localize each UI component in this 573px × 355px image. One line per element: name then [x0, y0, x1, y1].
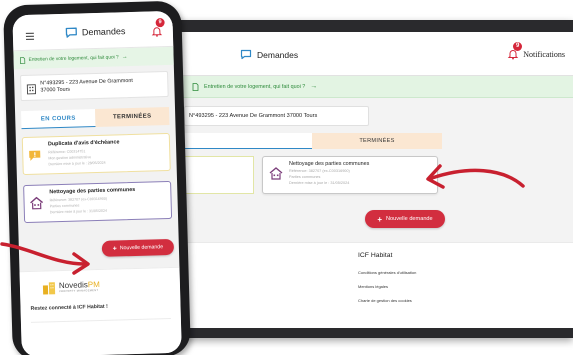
- mobile-new-request-label: Nouvelle demande: [119, 244, 164, 252]
- footer-divider: [30, 317, 171, 323]
- logo-name-part2: PM: [87, 279, 100, 290]
- desktop-card-reference: Référence: 382707 (ex-C00316900): [289, 169, 350, 173]
- mobile-card-category: Mon gestion administrative: [48, 155, 92, 161]
- phone-screen: Demandes 9 Entretien de votre logement, …: [12, 10, 182, 355]
- chat-warning-icon: [28, 149, 41, 167]
- arrow-right-icon: →: [310, 83, 318, 90]
- hamburger-menu-icon[interactable]: [25, 32, 35, 42]
- mobile-banner-text: Entretien de votre logement, qui fait qu…: [28, 54, 119, 63]
- mobile-tab-label: EN COURS: [40, 115, 76, 123]
- stay-connected-text: Restez connecté à ICF Habitat !: [30, 303, 108, 312]
- mobile-card-reference: Référence: C00314751: [48, 149, 86, 155]
- desktop-tabs: TERMINÉES: [182, 133, 442, 149]
- desktop-card-updated: Dernière mise à jour le : 31/05/2024: [289, 181, 350, 185]
- document-icon: [192, 82, 199, 91]
- mobile-tab-label: TERMINÉES: [112, 113, 152, 121]
- desktop-info-banner[interactable]: Entretien de votre logement, qui fait qu…: [162, 76, 573, 98]
- chat-bubble-icon: [65, 27, 77, 38]
- building-icon: [269, 167, 283, 185]
- desktop-tab-completed[interactable]: TERMINÉES: [312, 133, 442, 149]
- footer-link-terms[interactable]: Conditions générales d'utilisation: [358, 270, 416, 275]
- desktop-card-title: Nettoyage des parties communes: [289, 161, 370, 167]
- desktop-address-text: N°493295 - 223 Avenue De Grammont 37000 …: [189, 113, 318, 119]
- desktop-new-request-button[interactable]: + Nouvelle demande: [365, 210, 445, 228]
- mobile-card-title: Nettoyage des parties communes: [49, 186, 136, 196]
- mobile-card-updated: Dernière mise à jour le : 28/05/2024: [48, 160, 106, 167]
- mobile-address-text: N°493295 - 223 Avenue De Grammont 37000 …: [40, 77, 165, 94]
- document-icon: [20, 56, 26, 64]
- footer-link-legal[interactable]: Mentions légales: [358, 284, 388, 289]
- mobile-card-updated: Dernière mise à jour le : 31/05/2024: [49, 208, 108, 215]
- bell-icon: 9: [507, 42, 523, 60]
- plus-icon: +: [377, 214, 382, 224]
- mobile-request-card[interactable]: Duplicata d'avis d'échéance Référence: C…: [21, 132, 171, 176]
- desktop-banner-text: Entretien de votre logement, qui fait qu…: [204, 83, 306, 90]
- arrow-right-icon: →: [121, 54, 128, 61]
- mobile-new-request-button[interactable]: + Nouvelle demande: [101, 238, 175, 257]
- desktop-header: Demandes 9 Notifications: [162, 32, 573, 76]
- desktop-footer: ICF Habitat Conditions générales d'utili…: [162, 242, 573, 328]
- chat-bubble-icon: [240, 49, 252, 60]
- mobile-brand-label: Demandes: [81, 26, 126, 38]
- mobile-header: Demandes 9: [12, 10, 174, 52]
- footer-title: ICF Habitat: [358, 252, 393, 259]
- novedis-logo: NovedisPM PROPERTY MANAGEMENT: [42, 280, 100, 296]
- desktop-brand[interactable]: Demandes: [240, 49, 298, 60]
- mobile-notifications-button[interactable]: 9: [151, 18, 165, 42]
- mobile-card-reference: Référence: 382707 (ex-C00316900): [49, 196, 108, 203]
- notifications-button[interactable]: 9 Notifications: [507, 42, 565, 60]
- mobile-info-banner[interactable]: Entretien de votre logement, qui fait qu…: [13, 46, 174, 70]
- desktop-card-category: Parties communes: [289, 175, 321, 179]
- desktop-brand-label: Demandes: [257, 49, 299, 60]
- desktop-request-card[interactable]: Nettoyage des parties communes Référence…: [262, 156, 438, 194]
- mobile-tab-in-progress[interactable]: EN COURS: [21, 109, 96, 130]
- notification-badge: 9: [513, 42, 523, 51]
- phone-frame: Demandes 9 Entretien de votre logement, …: [3, 0, 191, 355]
- mobile-card-category: Parties communes: [49, 203, 80, 209]
- notifications-label: Notifications: [523, 49, 565, 59]
- desktop-address-selector[interactable]: N°493295 - 223 Avenue De Grammont 37000 …: [184, 106, 369, 126]
- footer-link-cookies[interactable]: Charte de gestion des cookies: [358, 298, 412, 303]
- desktop-tab-label: TERMINÉES: [359, 138, 395, 144]
- curved-arrow-icon: [0, 242, 90, 275]
- building-icon: [26, 82, 37, 100]
- mobile-request-card[interactable]: Nettoyage des parties communes Référence…: [23, 180, 173, 224]
- curved-arrow-icon: [426, 164, 525, 189]
- building-icon: [29, 196, 44, 215]
- plus-icon: +: [112, 244, 117, 253]
- notification-badge: 9: [155, 18, 165, 28]
- mobile-brand[interactable]: Demandes: [65, 25, 126, 39]
- desktop-tab-in-progress[interactable]: [182, 133, 312, 149]
- mobile-address-selector[interactable]: N°493295 - 223 Avenue De Grammont 37000 …: [20, 70, 169, 102]
- mobile-tab-completed[interactable]: TERMINÉES: [95, 106, 170, 128]
- composition: Demandes 9 Notifications Entretien de vo…: [0, 0, 573, 355]
- buildings-logo-icon: [42, 282, 56, 295]
- mobile-tabs: EN COURS TERMINÉES: [21, 106, 170, 130]
- mobile-footer: NovedisPM PROPERTY MANAGEMENT Restez con…: [19, 266, 182, 355]
- logo-subtitle: PROPERTY MANAGEMENT: [59, 289, 99, 294]
- desktop-request-card-partial[interactable]: [182, 156, 254, 194]
- mobile-card-title: Duplicata d'avis d'échéance: [47, 139, 120, 148]
- desktop-new-request-label: Nouvelle demande: [386, 216, 433, 222]
